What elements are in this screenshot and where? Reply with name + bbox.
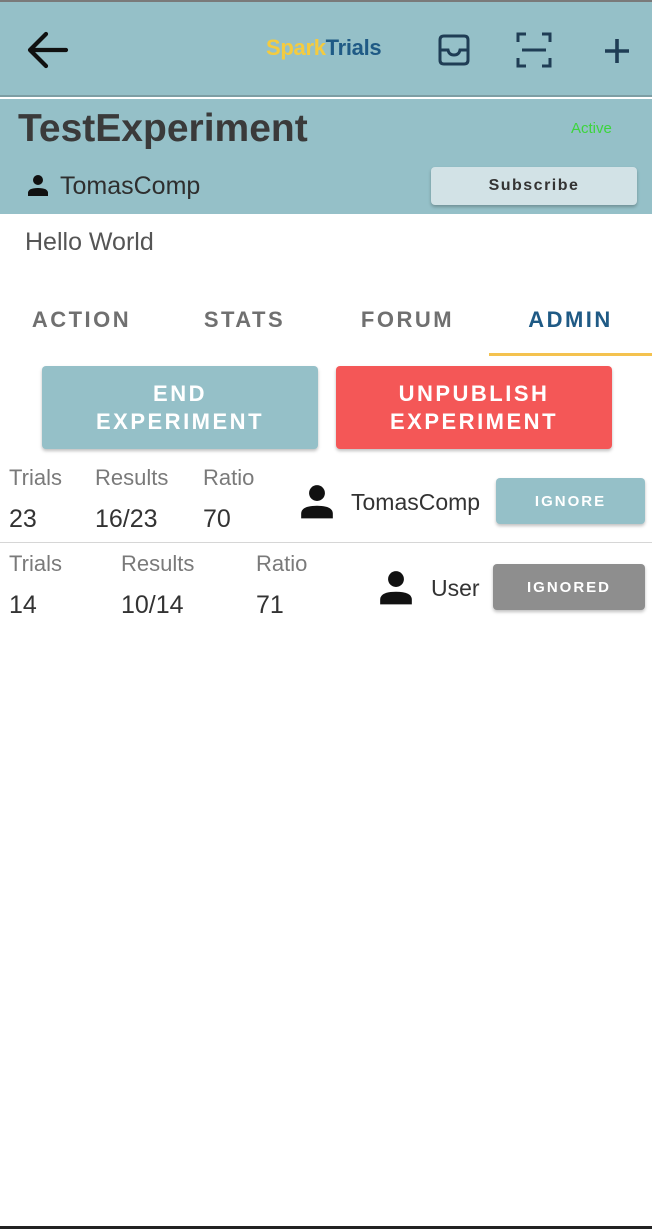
- ratio-value: 70: [203, 505, 231, 533]
- inbox-icon[interactable]: [434, 30, 474, 70]
- tab-bar: ACTION STATS FORUM ADMIN: [0, 284, 652, 356]
- app-bar: SparkTrials: [0, 2, 652, 97]
- person-icon: [28, 175, 48, 196]
- experiment-title: TestExperiment: [18, 107, 308, 150]
- tab-admin[interactable]: ADMIN: [489, 284, 652, 356]
- subscribe-button[interactable]: Subscribe: [431, 167, 637, 205]
- screen: SparkTrials TestExperiment Active TomasC…: [0, 0, 652, 1229]
- unpublish-button-line1: UNPUBLISH: [398, 380, 550, 406]
- owner-name: TomasComp: [60, 172, 201, 200]
- brand-spark: Spark: [266, 35, 326, 60]
- tab-stats[interactable]: STATS: [163, 284, 326, 356]
- results-label: Results: [95, 465, 169, 490]
- end-experiment-button[interactable]: END EXPERIMENT: [42, 366, 318, 449]
- ignored-button[interactable]: IGNORED: [493, 564, 645, 610]
- plus-icon[interactable]: [597, 30, 637, 70]
- ratio-label: Ratio: [256, 551, 308, 576]
- trials-value: 23: [9, 505, 37, 533]
- tab-forum[interactable]: FORUM: [326, 284, 489, 356]
- trials-label: Trials: [9, 465, 62, 490]
- ratio-value: 71: [256, 591, 284, 619]
- ignore-button[interactable]: IGNORE: [496, 478, 645, 524]
- qr-scan-icon[interactable]: [514, 30, 554, 70]
- experiment-description: Hello World: [25, 228, 154, 256]
- experiment-header: TestExperiment Active TomasComp Subscrib…: [0, 99, 652, 214]
- ratio-label: Ratio: [203, 465, 255, 490]
- back-arrow-icon[interactable]: [22, 26, 72, 74]
- end-button-line1: END: [153, 380, 207, 406]
- participant-name: TomasComp: [351, 489, 481, 515]
- person-icon: [380, 571, 412, 605]
- participant-row: Trials Results Ratio 23 16/23 70 TomasCo…: [0, 458, 652, 543]
- app-logo: SparkTrials: [266, 35, 382, 61]
- results-label: Results: [121, 551, 195, 576]
- results-value: 16/23: [95, 505, 158, 533]
- trials-value: 14: [9, 591, 37, 619]
- unpublish-experiment-button[interactable]: UNPUBLISH EXPERIMENT: [336, 366, 612, 449]
- status-badge: Active: [571, 120, 612, 137]
- participant-name: User: [431, 575, 480, 601]
- results-value: 10/14: [121, 591, 184, 619]
- participant-row: Trials Results Ratio 14 10/14 71 User IG…: [0, 544, 652, 629]
- end-button-line2: EXPERIMENT: [95, 408, 265, 434]
- brand-trials: Trials: [325, 35, 382, 60]
- trials-label: Trials: [9, 551, 62, 576]
- unpublish-button-line2: EXPERIMENT: [389, 408, 559, 434]
- person-icon: [301, 485, 333, 519]
- tab-action[interactable]: ACTION: [0, 284, 163, 356]
